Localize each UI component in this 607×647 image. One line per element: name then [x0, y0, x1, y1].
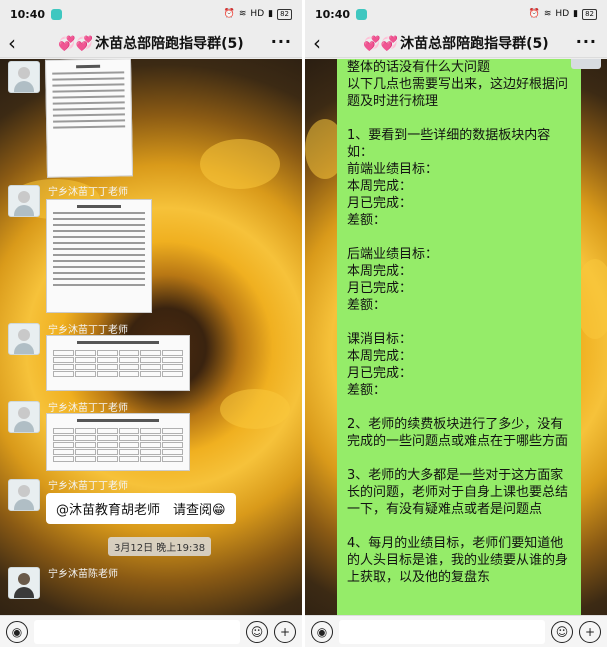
sender-name: 宁乡沐苗丁丁老师 [48, 187, 128, 198]
sender-name: 宁乡沐苗丁丁老师 [48, 325, 128, 336]
status-time: 10:40 [315, 7, 351, 21]
alarm-icon: ⏰ [528, 9, 540, 19]
status-icons: ⏰ ≋ HD ▮ 82 [223, 8, 292, 20]
message-text: 整体的话没有什么大问题 以下几点也需要写出来，这边好根据问题及时进行梳理 1、要… [347, 60, 569, 585]
hearts-emoji: 💞💞 [363, 35, 399, 52]
image-message[interactable] [46, 335, 190, 391]
app-notification-icon [51, 8, 63, 20]
avatar[interactable] [8, 567, 40, 599]
more-icon[interactable]: ··· [576, 32, 597, 51]
emoji-icon[interactable]: ☺ [551, 620, 573, 643]
plus-icon[interactable]: + [274, 620, 296, 643]
status-bar: 10:40 ⏰ ≋ HD ▮ 82 [0, 0, 302, 28]
more-icon[interactable]: ··· [271, 32, 292, 51]
mention-text: @沐苗教育胡老师 请查阅😁 [56, 503, 226, 518]
chat-title-text: 沐苗总部陪跑指导群(5) [400, 35, 549, 52]
voice-icon[interactable]: ◉ [311, 620, 333, 643]
back-icon[interactable]: ‹ [8, 31, 16, 55]
plus-icon[interactable]: + [579, 620, 601, 643]
message-timestamp: 3月12日 晚上19:38 [108, 537, 212, 556]
status-bar: 10:40 ⏰ ≋ HD ▮ 82 [305, 0, 607, 28]
image-message[interactable] [46, 199, 152, 313]
chat-screen-right: 10:40 ⏰ ≋ HD ▮ 82 ‹ 💞💞 沐苗总部陪跑指导群(5) ··· 整… [305, 0, 607, 647]
long-text-message[interactable]: 整体的话没有什么大问题 以下几点也需要写出来，这边好根据问题及时进行梳理 1、要… [337, 59, 581, 615]
text-message[interactable]: @沐苗教育胡老师 请查阅😁 [46, 493, 236, 524]
input-bar: ◉ ☺ + [0, 615, 302, 647]
network-label: HD [555, 9, 570, 19]
avatar[interactable] [571, 59, 601, 69]
alarm-icon: ⏰ [223, 9, 235, 19]
network-label: HD [250, 9, 265, 19]
chat-title-bar: ‹ 💞💞 沐苗总部陪跑指导群(5) ··· [305, 28, 607, 58]
chat-title-bar: ‹ 💞💞 沐苗总部陪跑指导群(5) ··· [0, 28, 302, 58]
input-bar: ◉ ☺ + [305, 615, 607, 647]
chat-message-list[interactable]: 宁乡沐苗丁丁老师 宁乡沐苗丁丁老师 宁乡沐苗丁丁老师 宁乡沐苗丁丁老师 @沐苗教… [0, 59, 302, 615]
back-icon[interactable]: ‹ [313, 31, 321, 55]
avatar[interactable] [8, 185, 40, 217]
chat-title: 💞💞 沐苗总部陪跑指导群(5) [363, 33, 548, 53]
emoji-icon[interactable]: ☺ [246, 620, 268, 643]
chat-message-list[interactable]: 整体的话没有什么大问题 以下几点也需要写出来，这边好根据问题及时进行梳理 1、要… [305, 59, 607, 615]
app-notification-icon [356, 8, 368, 20]
message-input[interactable] [34, 619, 240, 644]
image-message[interactable] [46, 413, 190, 471]
hearts-emoji: 💞💞 [58, 35, 94, 52]
sender-name: 宁乡沐苗丁丁老师 [48, 403, 128, 414]
image-message[interactable] [44, 59, 134, 178]
wifi-icon: ≋ [238, 9, 247, 19]
sender-name: 宁乡沐苗丁丁老师 [48, 481, 128, 492]
chat-title: 💞💞 沐苗总部陪跑指导群(5) [58, 33, 243, 53]
signal-icon: ▮ [573, 9, 579, 19]
chat-title-text: 沐苗总部陪跑指导群(5) [95, 35, 244, 52]
chat-screen-left: 10:40 ⏰ ≋ HD ▮ 82 ‹ 💞💞 沐苗总部陪跑指导群(5) ··· 宁… [0, 0, 302, 647]
signal-icon: ▮ [268, 9, 274, 19]
status-icons: ⏰ ≋ HD ▮ 82 [528, 8, 597, 20]
message-input[interactable] [339, 619, 545, 644]
status-time: 10:40 [10, 7, 46, 21]
battery-icon: 82 [582, 8, 597, 20]
wifi-icon: ≋ [543, 9, 552, 19]
avatar[interactable] [8, 401, 40, 433]
sender-name: 宁乡沐苗陈老师 [48, 569, 118, 580]
avatar[interactable] [8, 323, 40, 355]
avatar[interactable] [8, 61, 40, 93]
avatar[interactable] [8, 479, 40, 511]
battery-icon: 82 [277, 8, 292, 20]
voice-icon[interactable]: ◉ [6, 620, 28, 643]
